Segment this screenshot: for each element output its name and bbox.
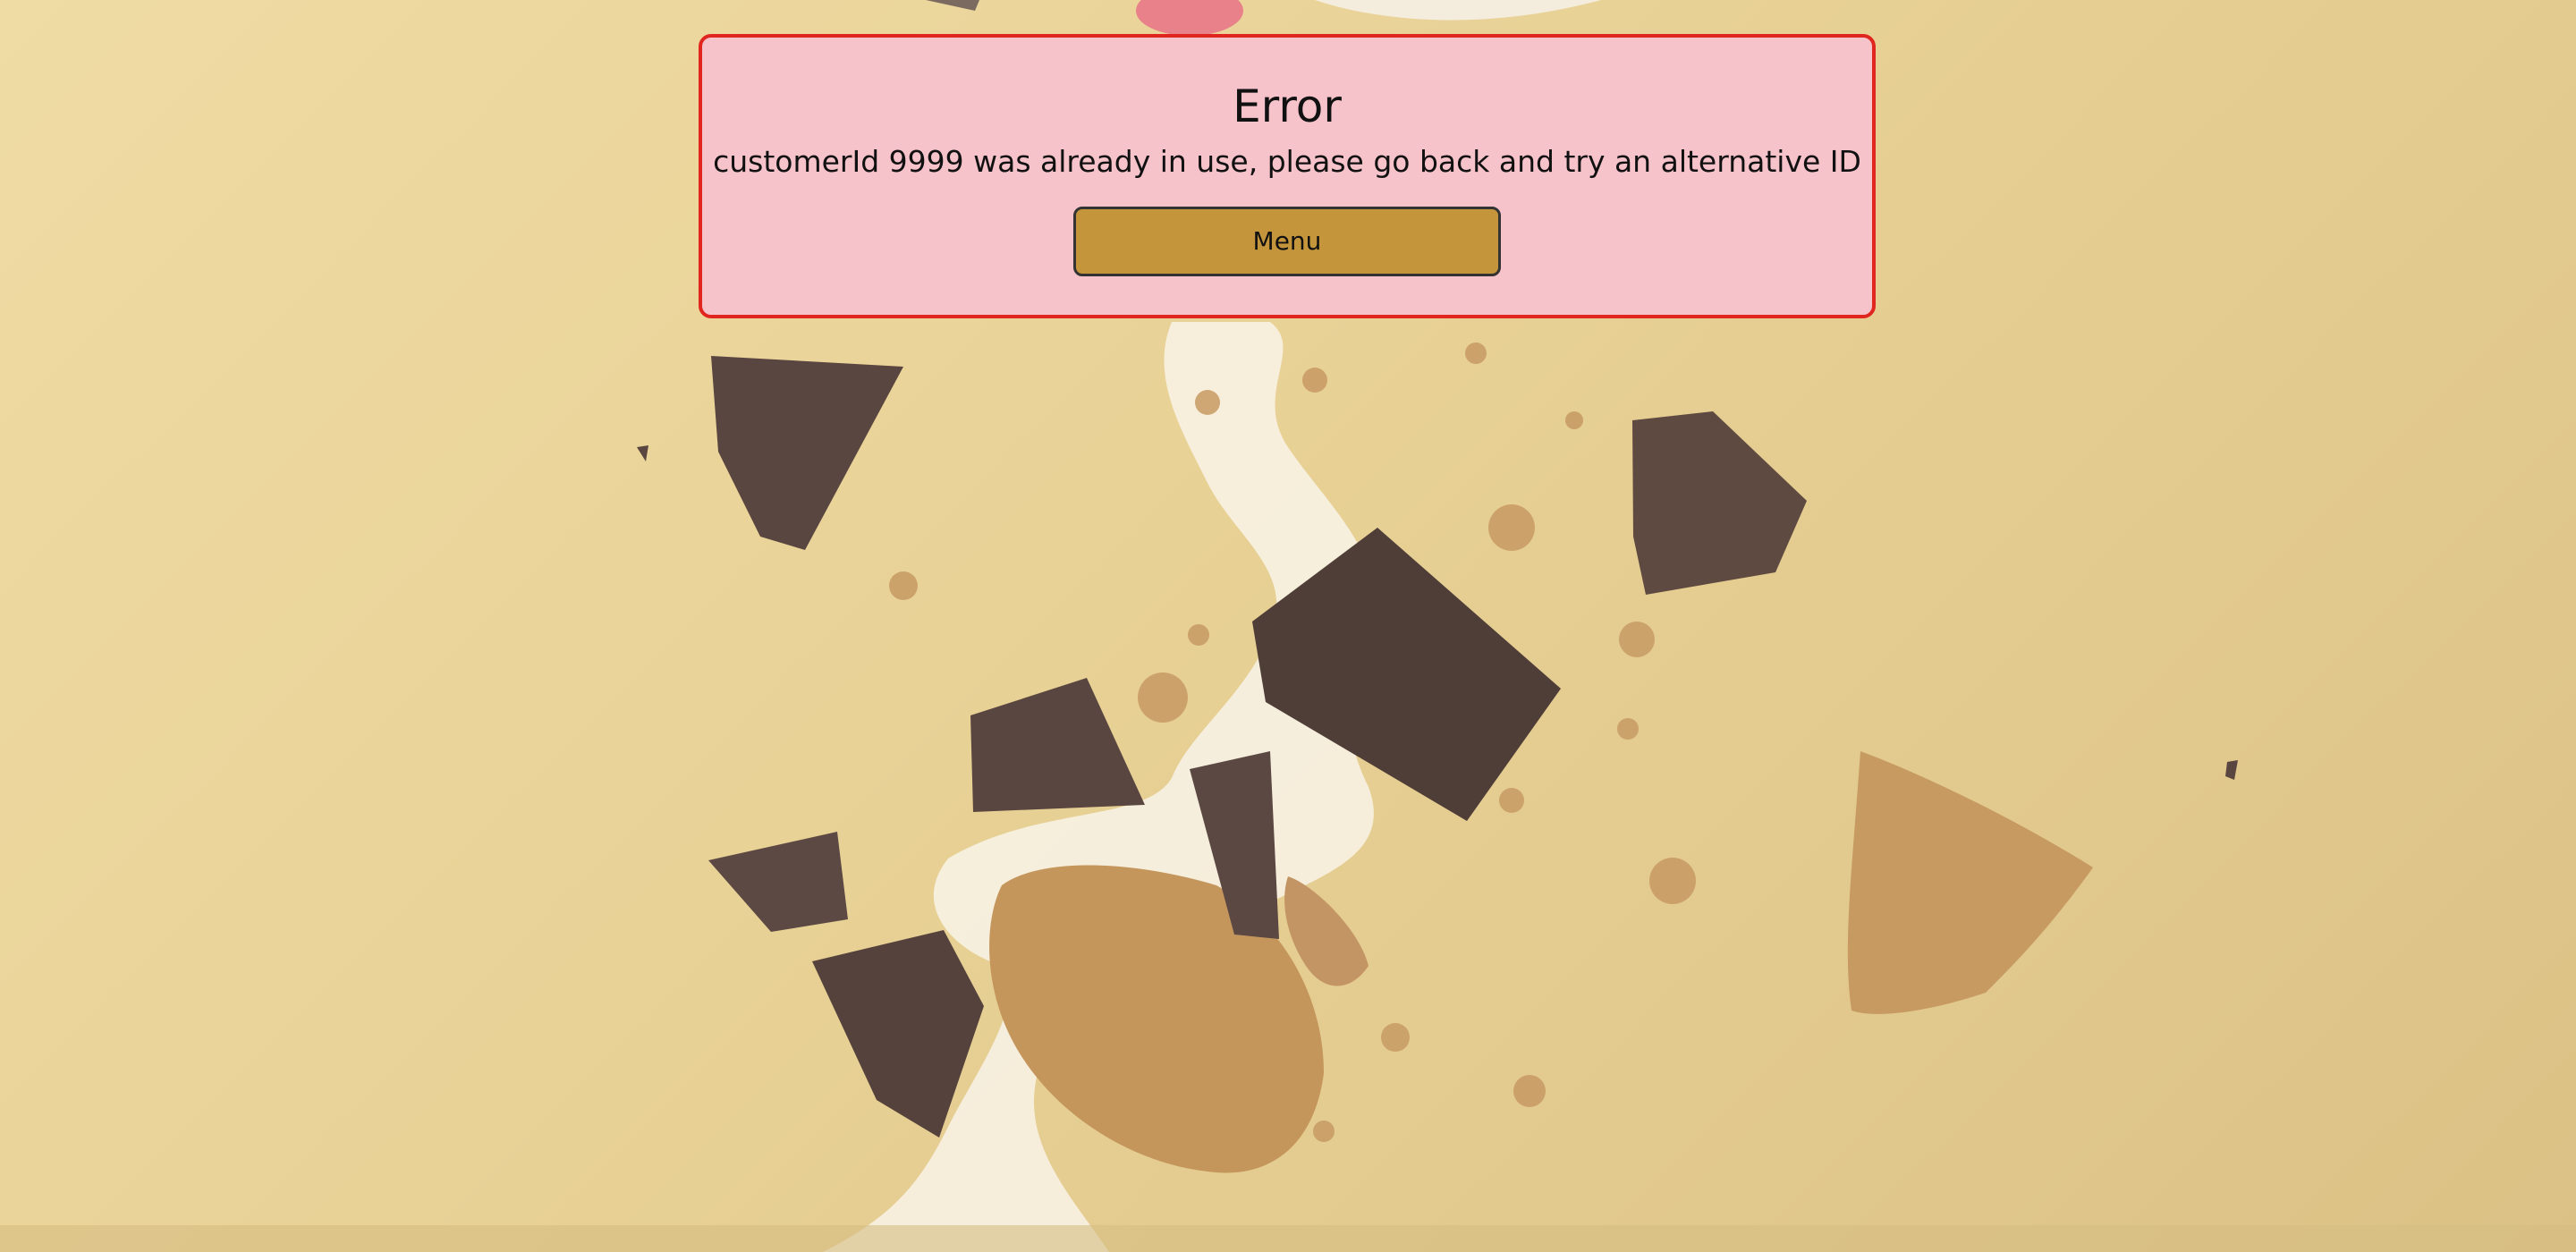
error-message: customerId 9999 was already in use, plea… — [713, 144, 1861, 179]
menu-button[interactable]: Menu — [1073, 206, 1501, 276]
error-card: Error customerId 9999 was already in use… — [699, 34, 1876, 318]
error-title: Error — [1233, 80, 1342, 132]
